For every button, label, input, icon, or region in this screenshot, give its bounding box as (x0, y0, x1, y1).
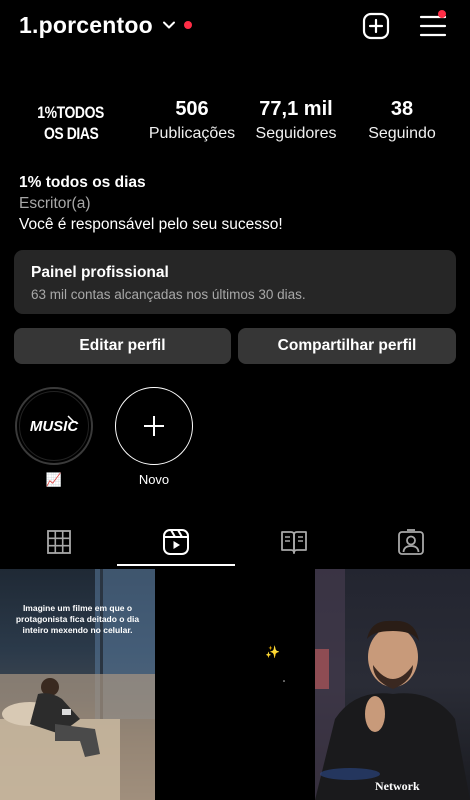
reel-caption: Imagine um filme em que o protagonista f… (15, 603, 140, 635)
reels-icon (162, 529, 189, 555)
dashboard-title: Painel profissional (31, 264, 169, 281)
posts-label: Publicações (148, 125, 236, 142)
followers-label: Seguidores (255, 125, 337, 142)
profile-tabs (0, 517, 470, 567)
highlight-label: 📈 (45, 472, 63, 487)
following-label: Seguindo (368, 125, 436, 142)
tagged-icon (397, 529, 424, 555)
profile-username[interactable]: 1.porcentoo (19, 12, 153, 39)
menu-notification-dot (438, 10, 446, 18)
reel-image (283, 680, 285, 682)
bio-text: Você é responsável pelo seu sucesso! (19, 216, 283, 233)
professional-dashboard[interactable]: Painel profissional 63 mil contas alcanç… (14, 250, 456, 314)
share-profile-button[interactable]: Compartilhar perfil (238, 328, 456, 364)
tab-tagged[interactable] (352, 517, 469, 567)
profile-name: 1% todos os dias (19, 174, 146, 191)
tab-reels[interactable] (117, 517, 234, 567)
notification-dot (184, 21, 192, 29)
chevron-down-icon[interactable] (162, 18, 176, 32)
active-tab-indicator (117, 564, 235, 566)
new-highlight-button[interactable]: Novo (114, 387, 194, 487)
profile-category: Escritor(a) (19, 195, 91, 212)
avatar[interactable]: 1%TODOS OS DIAS (16, 88, 126, 158)
posts-stat[interactable]: 506 Publicações (146, 98, 238, 143)
grid-icon (46, 530, 71, 554)
music-logo: MUSIC (19, 391, 89, 461)
guides-icon (280, 531, 307, 554)
reel-image (315, 569, 470, 800)
edit-profile-button[interactable]: Editar perfil (14, 328, 231, 364)
highlight-add-circle (115, 387, 193, 465)
highlight-cover: MUSIC (15, 387, 93, 465)
tab-guides[interactable] (235, 517, 352, 567)
tab-grid[interactable] (0, 517, 117, 567)
following-stat[interactable]: 38 Seguindo (362, 98, 442, 143)
followers-count: 77,1 mil (259, 98, 333, 120)
plus-icon (144, 416, 164, 436)
following-count: 38 (390, 98, 414, 120)
posts-count: 506 (175, 98, 209, 120)
avatar-text-line2: OS DIAS (43, 124, 99, 143)
reel-thumbnail[interactable]: Network (315, 569, 470, 800)
followers-stat[interactable]: 77,1 mil Seguidores (252, 98, 340, 143)
reel-thumbnail[interactable]: Imagine um filme em que o protagonista f… (0, 569, 155, 800)
top-bar: 1.porcentoo (0, 0, 470, 54)
avatar-text-line1: 1%TODOS (37, 103, 105, 122)
dashboard-subtitle: 63 mil contas alcançadas nos últimos 30 … (31, 287, 306, 302)
create-icon[interactable] (362, 12, 390, 40)
highlight-item[interactable]: MUSIC 📈 (14, 387, 94, 488)
reel-thumbnail[interactable]: ✨ (157, 569, 313, 800)
music-logo-graphic: MUSIC (30, 415, 79, 435)
highlight-label: Novo (138, 472, 170, 487)
reel-watermark: Network (375, 779, 420, 793)
bio: 1% todos os dias Escritor(a) Você é resp… (19, 172, 283, 235)
